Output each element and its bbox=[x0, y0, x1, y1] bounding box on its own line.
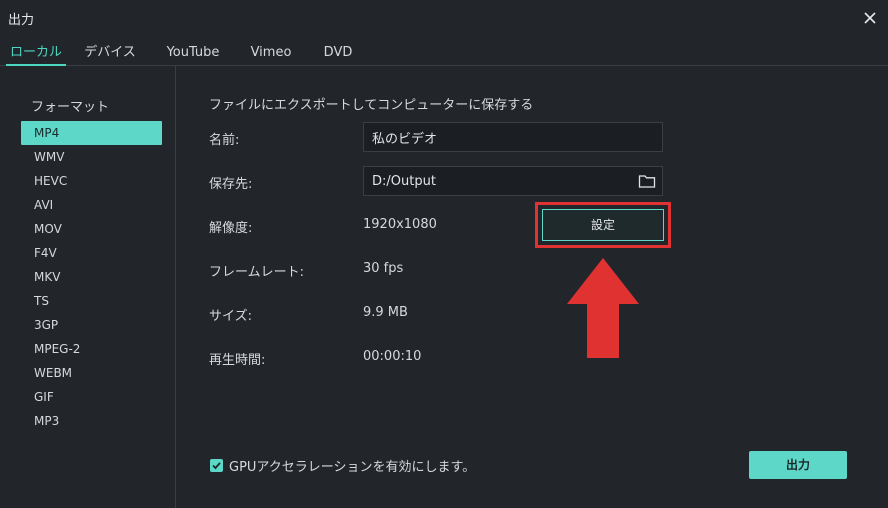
format-item-mp3[interactable]: MP3 bbox=[21, 409, 162, 433]
format-item-hevc[interactable]: HEVC bbox=[21, 169, 162, 193]
arrow-up-icon bbox=[567, 258, 639, 358]
format-item-avi[interactable]: AVI bbox=[21, 193, 162, 217]
format-list: MP4 WMV HEVC AVI MOV F4V MKV TS 3GP MPEG… bbox=[21, 121, 162, 433]
resolution-label: 解像度: bbox=[209, 221, 253, 236]
save-location-value: D:/Output bbox=[372, 173, 436, 189]
tab-youtube[interactable]: YouTube bbox=[163, 36, 223, 65]
folder-icon[interactable] bbox=[638, 173, 656, 189]
tab-device[interactable]: デバイス bbox=[80, 36, 140, 65]
size-label: サイズ: bbox=[209, 309, 252, 324]
close-icon[interactable] bbox=[862, 10, 878, 26]
tab-dvd[interactable]: DVD bbox=[308, 36, 368, 65]
duration-value: 00:00:10 bbox=[363, 349, 422, 364]
name-label: 名前: bbox=[209, 133, 240, 148]
tab-vimeo[interactable]: Vimeo bbox=[241, 36, 301, 65]
format-item-mkv[interactable]: MKV bbox=[21, 265, 162, 289]
format-item-3gp[interactable]: 3GP bbox=[21, 313, 162, 337]
save-location-input[interactable]: D:/Output bbox=[363, 166, 663, 196]
settings-button[interactable]: 設定 bbox=[542, 209, 664, 241]
gpu-acceleration-label: GPUアクセラレーションを有効にします。 bbox=[229, 460, 476, 475]
tab-local[interactable]: ローカル bbox=[6, 36, 66, 66]
name-input-value: 私のビデオ bbox=[372, 131, 438, 147]
format-item-webm[interactable]: WEBM bbox=[21, 361, 162, 385]
title-bar: 出力 bbox=[0, 0, 888, 36]
format-item-f4v[interactable]: F4V bbox=[21, 241, 162, 265]
format-item-wmv[interactable]: WMV bbox=[21, 145, 162, 169]
resolution-value: 1920x1080 bbox=[363, 217, 437, 232]
format-item-mp4[interactable]: MP4 bbox=[21, 121, 162, 145]
format-item-mpeg2[interactable]: MPEG-2 bbox=[21, 337, 162, 361]
gpu-acceleration-checkbox[interactable] bbox=[210, 459, 223, 472]
format-item-gif[interactable]: GIF bbox=[21, 385, 162, 409]
export-dialog: 出力 ローカル デバイス YouTube Vimeo DVD フォーマット MP… bbox=[0, 0, 888, 508]
framerate-value: 30 fps bbox=[363, 261, 404, 276]
export-button[interactable]: 出力 bbox=[749, 451, 847, 479]
framerate-label: フレームレート: bbox=[209, 265, 304, 280]
format-sidebar: フォーマット MP4 WMV HEVC AVI MOV F4V MKV TS 3… bbox=[0, 66, 176, 508]
size-value: 9.9 MB bbox=[363, 305, 408, 320]
dialog-title: 出力 bbox=[8, 12, 35, 28]
format-heading: フォーマット bbox=[31, 100, 110, 115]
name-input[interactable]: 私のビデオ bbox=[363, 122, 663, 152]
gpu-acceleration-row: GPUアクセラレーションを有効にします。 bbox=[210, 456, 475, 475]
check-icon bbox=[212, 462, 221, 470]
duration-label: 再生時間: bbox=[209, 353, 266, 368]
tab-bar: ローカル デバイス YouTube Vimeo DVD bbox=[0, 36, 888, 66]
section-heading: ファイルにエクスポートしてコンピューターに保存する bbox=[209, 98, 534, 113]
save-location-label: 保存先: bbox=[209, 177, 253, 192]
format-item-ts[interactable]: TS bbox=[21, 289, 162, 313]
format-item-mov[interactable]: MOV bbox=[21, 217, 162, 241]
